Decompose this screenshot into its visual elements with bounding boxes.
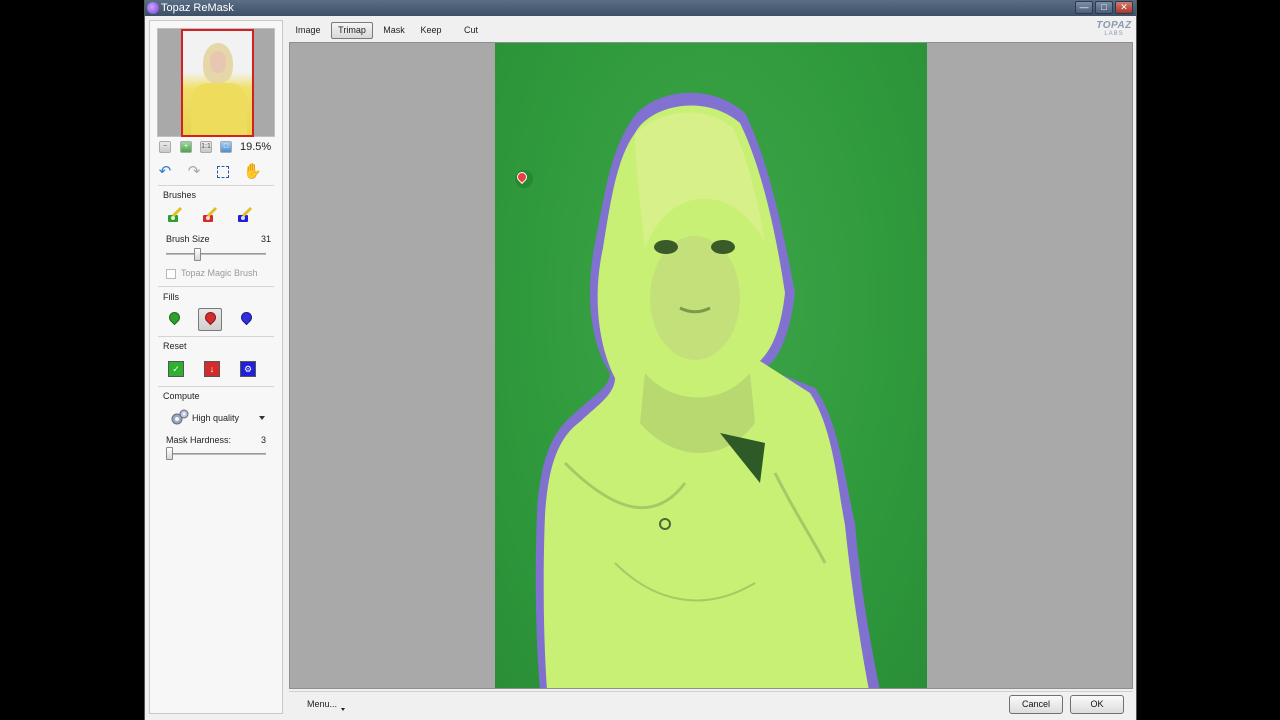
caret-down-icon [341,708,346,711]
navigator-thumbnail[interactable] [157,28,275,137]
brush-size-value: 31 [261,234,272,244]
brush-size-slider[interactable] [166,253,266,255]
reset-compute-icon[interactable]: ⚙ [240,361,256,377]
ok-button[interactable]: OK [1070,695,1124,714]
cancel-button[interactable]: Cancel [1009,695,1063,714]
zoom-in-icon[interactable]: + [180,141,192,153]
divider [158,286,274,287]
divider [158,336,274,337]
trimap-photo[interactable] [495,43,927,688]
thumb-face [210,51,226,73]
menu-button[interactable]: Menu... [301,696,351,713]
zoom-actual-size-icon[interactable]: 1:1 [200,141,212,153]
topaz-labs-logo: TOPAZ LABS [1096,20,1132,37]
image-canvas[interactable] [289,42,1133,689]
gears-icon[interactable] [171,409,189,425]
compute-brush-icon[interactable] [236,206,254,224]
zoom-level: 19.5% [240,141,272,153]
bottom-bar: Menu... Cancel OK [289,691,1133,716]
redo-icon[interactable]: ↷ [185,163,203,181]
brush-size-slider-thumb[interactable] [194,248,201,261]
divider [158,386,274,387]
mask-hardness-label: Mask Hardness: [166,435,232,445]
magic-brush-label: Topaz Magic Brush [181,268,258,278]
maximize-button[interactable]: □ [1095,1,1113,14]
minimize-button[interactable]: — [1075,1,1093,14]
close-button[interactable]: ✕ [1115,1,1133,14]
tab-keep[interactable]: Keep [415,22,447,39]
reset-label: Reset [163,341,187,351]
navigator-viewport[interactable] [181,29,254,137]
zoom-out-icon[interactable]: − [159,141,171,153]
divider [158,185,274,186]
window-title: Topaz ReMask [161,2,234,14]
keep-fill-icon[interactable] [162,308,186,331]
title-bar[interactable]: Topaz ReMask — □ ✕ [145,0,1136,16]
mask-hardness-slider-thumb[interactable] [166,447,173,460]
thumb-body [191,83,247,135]
reset-keep-icon[interactable]: ✓ [168,361,184,377]
tab-mask[interactable]: Mask [379,22,409,39]
compute-label: Compute [163,391,200,401]
cut-brush-icon[interactable] [201,206,219,224]
hand-tool-icon[interactable]: ✋ [243,163,262,181]
keep-brush-icon[interactable] [166,206,184,224]
compute-quality-select[interactable]: High quality [192,413,239,423]
zoom-controls: − + 1:1 □ 19.5% [157,139,277,155]
mask-hardness-value: 3 [261,435,267,445]
window-controls: — □ ✕ [1075,1,1133,15]
compute-fill-icon[interactable] [234,308,258,331]
selection-tool-icon[interactable] [214,163,232,181]
zoom-fit-icon[interactable]: □ [220,141,232,153]
tool-panel: − + 1:1 □ 19.5% ↶ ↷ ✋ Brushes Brush Size… [149,20,283,714]
undo-icon[interactable]: ↶ [156,163,174,181]
fills-label: Fills [163,292,179,302]
chevron-down-icon[interactable] [259,416,265,420]
brushes-label: Brushes [163,190,197,200]
tab-trimap[interactable]: Trimap [331,22,373,39]
cut-fill-icon[interactable] [198,308,222,331]
app-window: Topaz ReMask — □ ✕ − + 1:1 □ 19.5% ↶ ↷ ✋… [144,0,1137,720]
magic-brush-checkbox[interactable] [166,269,176,279]
mask-hardness-slider[interactable] [166,453,266,455]
subject-overlay [535,92,880,688]
tab-image[interactable]: Image [291,22,325,39]
app-icon [147,2,159,14]
tab-cut[interactable]: Cut [457,22,485,39]
reset-cut-icon[interactable]: ↓ [204,361,220,377]
brush-size-label: Brush Size [166,234,210,244]
